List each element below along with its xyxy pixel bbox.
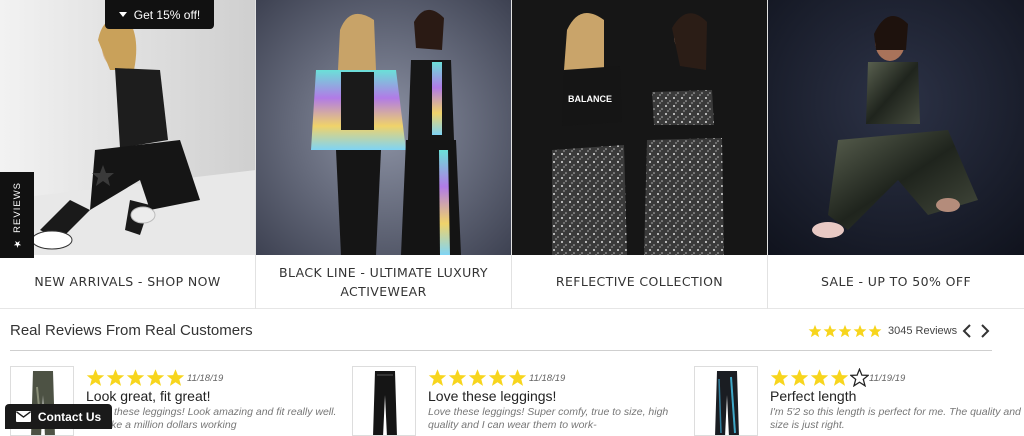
reviews-tab-label: REVIEWS (11, 181, 23, 233)
star-filled-icon (508, 369, 527, 386)
envelope-icon (15, 411, 31, 422)
review-stars (86, 368, 185, 387)
tile-reflective[interactable]: BALANCE REFLECTIVE COLLECTION (512, 0, 768, 309)
review-card[interactable]: 11/18/19 Love these leggings! Love these… (352, 366, 682, 436)
star-filled-icon (808, 324, 822, 338)
chevron-left-icon[interactable] (960, 322, 974, 340)
star-icon: ★ (11, 236, 23, 249)
tile-new-arrivals[interactable]: NEW ARRIVALS - SHOP NOW (0, 0, 256, 309)
review-date: 11/18/19 (529, 373, 566, 384)
review-card[interactable]: 11/19/19 Perfect length I'm 5'2 so this … (694, 366, 1024, 436)
star-empty-icon (850, 368, 869, 387)
review-title: Perfect length (770, 388, 857, 404)
review-stars (770, 368, 869, 387)
tile-black-line[interactable]: BLACK LINE - ULTIMATE LUXURY ACTIVEWEAR (256, 0, 512, 309)
tile-sale[interactable]: SALE - UP TO 50% OFF (768, 0, 1024, 309)
star-filled-icon (126, 369, 145, 386)
review-date: 11/19/19 (869, 373, 906, 384)
sale-photo[interactable] (768, 0, 1024, 255)
review-body: I'm 5'2 so this length is perfect for me… (770, 406, 1021, 431)
star-filled-icon (810, 369, 829, 386)
promo-label: Get 15% off! (133, 7, 201, 22)
review-stars (428, 368, 527, 387)
reviews-summary: 3045 Reviews (808, 324, 957, 338)
star-filled-icon (838, 324, 852, 338)
new-arrivals-photo[interactable] (0, 0, 255, 255)
promo-discount-button[interactable]: Get 15% off! (105, 0, 214, 29)
star-filled-icon (488, 369, 507, 386)
tile-label[interactable]: NEW ARRIVALS - SHOP NOW (0, 255, 255, 309)
summary-stars (808, 324, 882, 338)
star-filled-icon (146, 369, 165, 386)
reviews-section-title: Real Reviews From Real Customers (10, 322, 253, 339)
review-title: Look great, fit great! (86, 388, 211, 404)
star-filled-icon (770, 369, 789, 386)
contact-us-button[interactable]: Contact Us (5, 404, 112, 429)
star-filled-icon (853, 324, 867, 338)
star-filled-icon (468, 369, 487, 386)
section-divider (10, 350, 992, 351)
tile-label[interactable]: REFLECTIVE COLLECTION (512, 255, 767, 309)
black-line-photo[interactable] (256, 0, 511, 255)
star-filled-icon (166, 369, 185, 386)
star-filled-icon (868, 324, 882, 338)
tile-label[interactable]: SALE - UP TO 50% OFF (768, 255, 1024, 309)
category-tiles: NEW ARRIVALS - SHOP NOW BLACK LINE - ULT… (0, 0, 1024, 309)
tile-label[interactable]: BLACK LINE - ULTIMATE LUXURY ACTIVEWEAR (256, 255, 511, 309)
reviews-side-tab[interactable]: ★ REVIEWS (0, 172, 34, 258)
review-date: 11/18/19 (187, 373, 224, 384)
svg-text:BALANCE: BALANCE (568, 94, 612, 104)
star-filled-icon (830, 369, 849, 386)
review-body: I love these leggings! Look amazing and … (86, 406, 337, 431)
star-filled-icon (790, 369, 809, 386)
review-body: Love these leggings! Super comfy, true t… (428, 406, 669, 431)
caret-down-icon (118, 12, 127, 17)
review-count[interactable]: 3045 Reviews (888, 325, 957, 337)
chevron-right-icon[interactable] (978, 322, 992, 340)
star-filled-icon (86, 369, 105, 386)
star-filled-icon (448, 369, 467, 386)
reflective-photo[interactable]: BALANCE (512, 0, 767, 255)
star-filled-icon (428, 369, 447, 386)
review-title: Love these leggings! (428, 388, 557, 404)
product-thumbnail[interactable] (694, 366, 758, 436)
star-filled-icon (823, 324, 837, 338)
contact-label: Contact Us (37, 409, 102, 424)
star-filled-icon (106, 369, 125, 386)
product-thumbnail[interactable] (352, 366, 416, 436)
